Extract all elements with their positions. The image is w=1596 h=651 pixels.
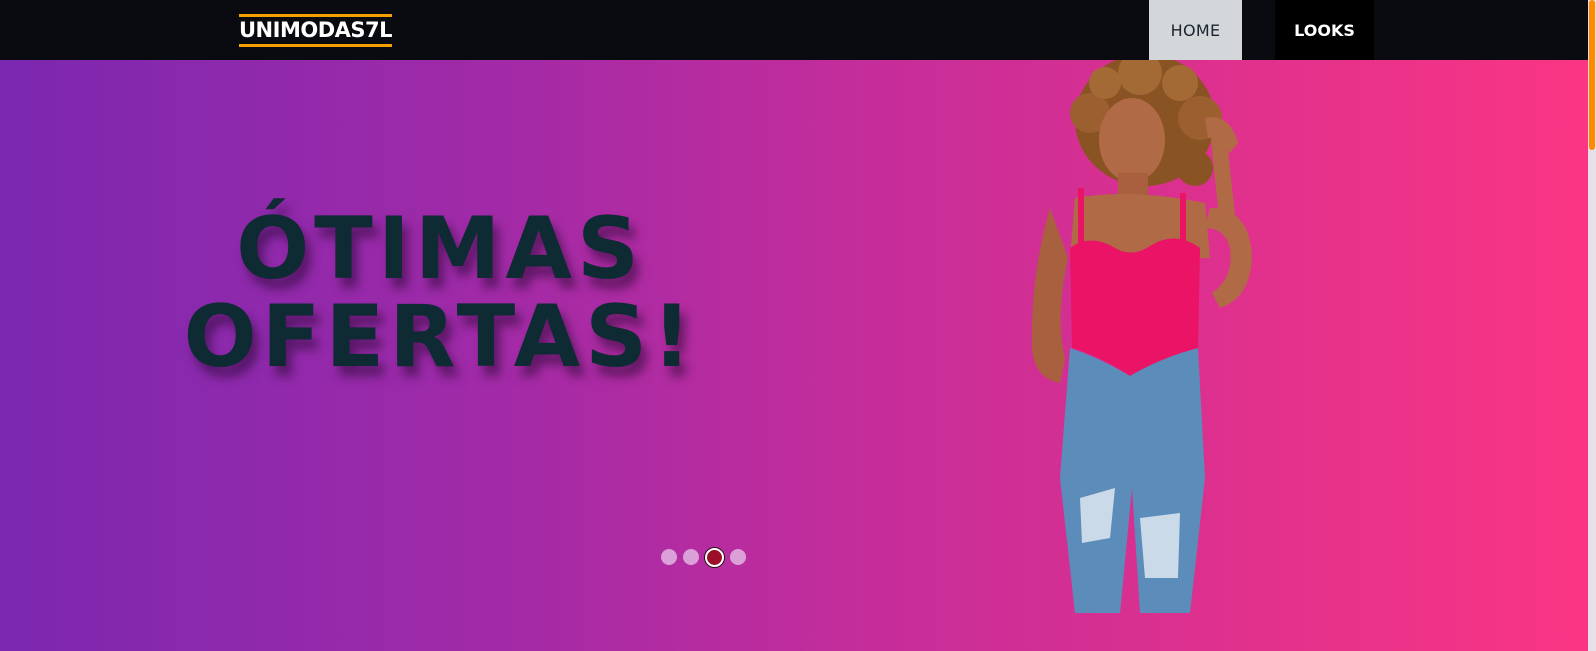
hero-headline: ÓTIMAS OFERTAS!: [170, 205, 710, 381]
top-navbar: UNIMODAS7L HOME LOOKS: [0, 0, 1588, 60]
carousel-dot-3-active[interactable]: [705, 547, 724, 567]
scrollbar-thumb[interactable]: [1589, 0, 1595, 150]
carousel-dot-2[interactable]: [683, 549, 699, 565]
brand-logo[interactable]: UNIMODAS7L: [239, 14, 393, 47]
model-photo: [1031, 60, 1252, 613]
nav-item-home[interactable]: HOME: [1149, 0, 1242, 60]
carousel-dot-4[interactable]: [730, 549, 746, 565]
nav-item-looks[interactable]: LOOKS: [1275, 0, 1374, 60]
hero-headline-line-1: ÓTIMAS: [236, 199, 644, 299]
hero-headline-line-2: OFERTAS!: [183, 287, 697, 387]
page-scrollbar[interactable]: [1588, 0, 1596, 651]
carousel-indicators: [661, 547, 746, 567]
carousel-dot-1[interactable]: [661, 549, 677, 565]
hero-banner: ÓTIMAS OFERTAS!: [0, 60, 1588, 651]
